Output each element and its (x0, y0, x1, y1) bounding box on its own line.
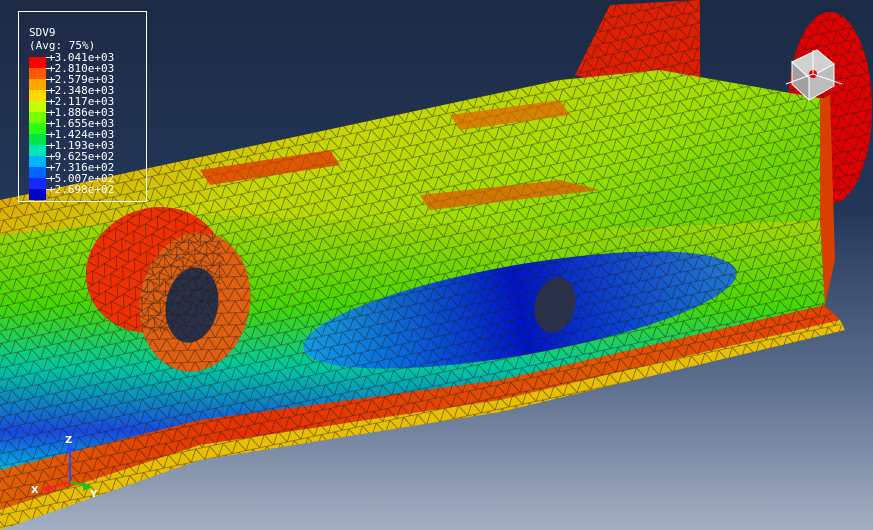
x-axis-arrow (41, 484, 51, 492)
legend-swatch (29, 156, 46, 167)
x-axis-line (46, 481, 71, 489)
legend-value: +2.698e+02 (48, 183, 115, 196)
legend-swatch (29, 189, 46, 200)
legend-swatch (29, 68, 46, 79)
x-axis-label: X (31, 485, 39, 496)
legend-color-bar (29, 57, 55, 200)
legend-swatch (29, 90, 46, 101)
legend-swatch (29, 134, 46, 145)
legend-swatch (29, 112, 46, 123)
legend-averaging: (Avg: 75%) (29, 39, 96, 52)
legend-swatch (29, 178, 46, 189)
z-axis-label: Z (65, 435, 72, 446)
legend-swatch (29, 57, 46, 68)
legend-swatch (29, 123, 46, 134)
y-axis-label: Y (89, 489, 98, 500)
legend-swatch (29, 145, 46, 156)
legend-swatch (29, 101, 46, 112)
legend-swatch (29, 167, 46, 178)
model-viewport[interactable]: SDV9 (Avg: 75%) +3.041e+03 +2.810e+03 +2.5… (0, 0, 873, 530)
view-cube-icon[interactable] (772, 40, 850, 110)
legend-variable: SDV9 (29, 26, 56, 39)
coordinate-triad: Z X Y (31, 435, 98, 500)
contour-legend: SDV9 (Avg: 75%) +3.041e+03 +2.810e+03 +2.5… (18, 11, 147, 202)
legend-swatch (29, 79, 46, 90)
